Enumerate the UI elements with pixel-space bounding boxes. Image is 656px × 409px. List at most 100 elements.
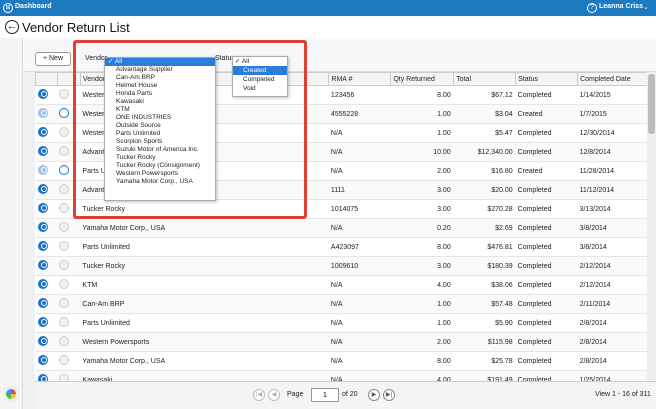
table-row[interactable]: Can-Am BRP N/A 1.00 $57.48 Completed 2/11/201…	[35, 294, 656, 314]
vendor-option[interactable]: Western Powersports	[105, 170, 215, 178]
vendor-option[interactable]: Advantage Supplier	[105, 66, 215, 74]
view-icon[interactable]	[37, 146, 48, 156]
vendor-option[interactable]: ONE INDUSTRIES	[105, 114, 215, 122]
view-icon[interactable]	[37, 203, 48, 213]
page-number-input[interactable]	[311, 388, 339, 402]
vendor-option[interactable]: Yamaha Motor Corp., USA	[105, 178, 215, 186]
scrollbar[interactable]	[647, 72, 656, 381]
chevron-down-icon[interactable]: ⌄	[643, 3, 649, 11]
view-cell[interactable]	[35, 142, 58, 162]
vendor-option[interactable]: Scorpion Sports	[105, 138, 215, 146]
view-cell[interactable]	[35, 275, 58, 295]
select-radio[interactable]	[59, 279, 70, 289]
view-cell[interactable]	[35, 294, 58, 314]
select-cell[interactable]	[57, 218, 81, 238]
view-icon[interactable]	[37, 222, 48, 232]
view-icon[interactable]	[37, 108, 48, 118]
back-icon[interactable]: ←	[5, 20, 19, 34]
view-cell[interactable]	[35, 351, 58, 371]
table-row[interactable]: Yamaha Motor Corp., USA N/A 8.00 $25.78 Comp…	[35, 351, 656, 371]
select-cell[interactable]	[57, 332, 81, 352]
status-option[interactable]: Completed	[233, 75, 287, 84]
col-status[interactable]: Status	[515, 72, 579, 86]
select-radio[interactable]	[59, 222, 70, 232]
select-radio[interactable]	[59, 298, 70, 308]
select-radio[interactable]	[59, 260, 70, 270]
vendor-option[interactable]: ✓ All	[105, 58, 215, 66]
select-cell[interactable]	[57, 85, 81, 105]
select-radio[interactable]	[59, 127, 70, 137]
view-cell[interactable]	[35, 313, 58, 333]
select-cell[interactable]	[57, 256, 81, 276]
view-cell[interactable]	[35, 332, 58, 352]
vendor-option[interactable]: Tucker Rocky (Consignment)	[105, 162, 215, 170]
select-radio[interactable]	[59, 203, 70, 213]
table-row[interactable]: Western Powersports N/A 2.00 $115.98 Complet…	[35, 332, 656, 352]
select-radio[interactable]	[59, 89, 70, 99]
table-row[interactable]: Yamaha Motor Corp., USA N/A 0.20 $2.69 Compl…	[35, 218, 656, 238]
view-cell[interactable]	[35, 180, 58, 200]
status-filter-dropdown[interactable]: ✓ All Created Completed Void	[232, 56, 288, 97]
view-icon[interactable]	[37, 355, 48, 365]
last-page-button[interactable]: ▶|	[383, 389, 395, 401]
col-qty[interactable]: Qty Returned	[390, 72, 455, 86]
view-icon[interactable]	[37, 89, 48, 99]
select-radio[interactable]	[59, 108, 70, 118]
vendor-option[interactable]: Parts Unlimited	[105, 130, 215, 138]
view-cell[interactable]	[35, 218, 58, 238]
table-row[interactable]: Tucker Rocky 1014075 3.00 $270.28 Completed 3…	[35, 199, 656, 219]
prev-page-button[interactable]: ◀	[268, 389, 280, 401]
status-option[interactable]: Void	[233, 84, 287, 93]
view-icon[interactable]	[37, 279, 48, 289]
vendor-option[interactable]: Can-Am BRP	[105, 74, 215, 82]
view-icon[interactable]	[37, 165, 48, 175]
view-cell[interactable]	[35, 104, 58, 124]
new-button[interactable]: + New	[35, 52, 71, 66]
select-radio[interactable]	[59, 146, 70, 156]
help-icon[interactable]: ?	[587, 3, 597, 13]
view-cell[interactable]	[35, 161, 58, 181]
col-total[interactable]: Total	[453, 72, 517, 86]
select-cell[interactable]	[57, 199, 81, 219]
first-page-button[interactable]: |◀	[253, 389, 265, 401]
col-rma[interactable]: RMA #	[328, 72, 392, 86]
select-radio[interactable]	[59, 241, 70, 251]
table-row[interactable]: Parts Unlimited N/A 1.00 $5.90 Completed 2/8/…	[35, 313, 656, 333]
select-radio[interactable]	[59, 355, 70, 365]
select-radio[interactable]	[59, 317, 70, 327]
view-icon[interactable]	[37, 241, 48, 251]
vendor-option[interactable]: Honda Parts	[105, 90, 215, 98]
view-cell[interactable]	[35, 256, 58, 276]
select-cell[interactable]	[57, 161, 81, 181]
view-icon[interactable]	[37, 260, 48, 270]
col-completed-date[interactable]: Completed Date	[577, 72, 656, 86]
select-cell[interactable]	[57, 294, 81, 314]
status-option[interactable]: ✓ All	[233, 57, 287, 66]
vendor-option[interactable]: Kawasaki	[105, 98, 215, 106]
vendor-filter-dropdown[interactable]: ✓ All Advantage Supplier Can-Am BRP Helmet …	[104, 57, 216, 201]
select-radio[interactable]	[59, 165, 70, 175]
vendor-option[interactable]: Suzuki Motor of America Inc.	[105, 146, 215, 154]
view-cell[interactable]	[35, 199, 58, 219]
dashboard-link[interactable]: Dashboard	[15, 3, 52, 10]
select-cell[interactable]	[57, 142, 81, 162]
status-option[interactable]: Created	[233, 66, 287, 75]
select-cell[interactable]	[57, 180, 81, 200]
table-row[interactable]: KTM N/A 4.00 $38.06 Completed 2/12/2014	[35, 275, 656, 295]
select-cell[interactable]	[57, 275, 81, 295]
vendor-option[interactable]: KTM	[105, 106, 215, 114]
view-icon[interactable]	[37, 127, 48, 137]
select-cell[interactable]	[57, 351, 81, 371]
vendor-option[interactable]: Helmet House	[105, 82, 215, 90]
view-icon[interactable]	[37, 317, 48, 327]
vendor-option[interactable]: Outside Source	[105, 122, 215, 130]
view-icon[interactable]	[37, 336, 48, 346]
select-cell[interactable]	[57, 104, 81, 124]
dashboard-icon[interactable]: ⊞	[3, 3, 13, 13]
view-cell[interactable]	[35, 123, 58, 143]
select-cell[interactable]	[57, 123, 81, 143]
view-icon[interactable]	[37, 298, 48, 308]
table-row[interactable]: Tucker Rocky 1009610 3.00 $180.39 Completed 2…	[35, 256, 656, 276]
view-icon[interactable]	[37, 184, 48, 194]
select-cell[interactable]	[57, 237, 81, 257]
